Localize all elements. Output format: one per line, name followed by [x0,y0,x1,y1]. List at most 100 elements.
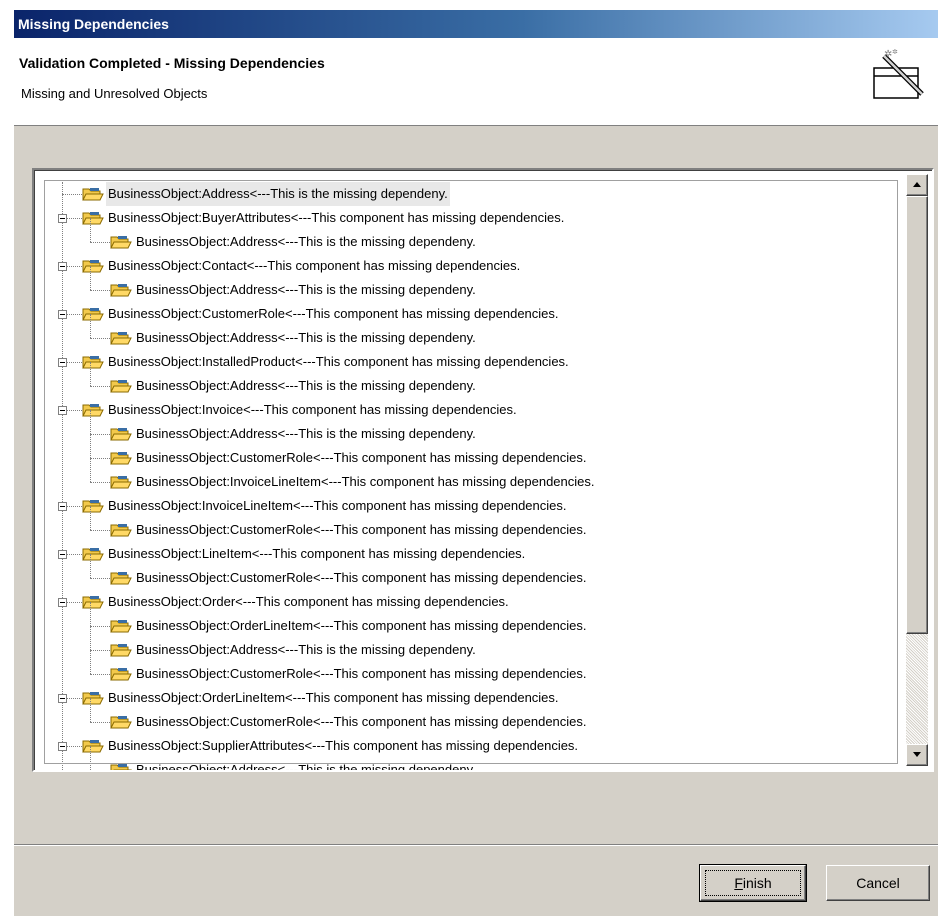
open-folder-icon [110,642,132,658]
tree-child-node[interactable]: BusinessObject:Address<---This is the mi… [34,266,894,302]
tree-connector [90,602,91,626]
tree-node[interactable]: BusinessObject:Invoice<---This component… [34,398,894,422]
tree-node[interactable]: BusinessObject:InstalledProduct<---This … [34,350,894,374]
collapse-toggle-icon[interactable] [58,550,67,559]
vertical-scrollbar[interactable] [906,174,928,766]
tree-node-label: BusinessObject:Address<---This is the mi… [106,182,450,206]
tree-node-label: BusinessObject:Address<---This is the mi… [136,762,476,770]
tree-connector [90,338,110,339]
cancel-button[interactable]: Cancel [826,865,930,901]
button-separator [14,844,938,846]
open-folder-icon [110,378,132,394]
tree-node-label: BusinessObject:Invoice<---This component… [108,402,517,417]
tree-child-node[interactable]: BusinessObject:Address<---This is the mi… [34,746,894,770]
tree-connector [90,458,110,459]
tree-node[interactable]: BusinessObject:Order<---This component h… [34,590,894,614]
tree-connector [90,650,110,651]
tree-child-node[interactable]: BusinessObject:Address<---This is the mi… [34,410,894,446]
tree-child-node[interactable]: BusinessObject:CustomerRole<---This comp… [34,698,894,734]
wizard-header: Validation Completed - Missing Dependenc… [14,38,938,126]
tree-connector [90,746,91,770]
tree-child-node[interactable]: BusinessObject:CustomerRole<---This comp… [34,554,894,590]
window-title: Missing Dependencies [14,10,938,38]
tree-node-label: BusinessObject:Address<---This is the mi… [136,330,476,345]
tree-content: BusinessObject:Address<---This is the mi… [34,170,894,770]
open-folder-icon [110,282,132,298]
tree-node-label: BusinessObject:Address<---This is the mi… [136,282,476,297]
tree-node-label: BusinessObject:CustomerRole<---This comp… [136,666,587,681]
tree-node-label: BusinessObject:CustomerRole<---This comp… [136,714,587,729]
collapse-toggle-icon[interactable] [58,310,67,319]
tree-node-label: BusinessObject:CustomerRole<---This comp… [136,522,587,537]
arrow-up-icon [913,182,921,187]
tree-node[interactable]: BusinessObject:Contact<---This component… [34,254,894,278]
tree-child-node[interactable]: BusinessObject:Address<---This is the mi… [34,362,894,398]
open-folder-icon [110,474,132,490]
collapse-toggle-icon[interactable] [58,358,67,367]
collapse-toggle-icon[interactable] [58,502,67,511]
dialog-window: Missing Dependencies Validation Complete… [14,10,938,916]
tree-node-label: BusinessObject:InvoiceLineItem<---This c… [108,498,567,513]
arrow-down-icon [913,752,921,757]
tree-node-label: BusinessObject:CustomerRole<---This comp… [136,450,587,465]
tree-child-node[interactable]: BusinessObject:Address<---This is the mi… [34,626,894,662]
wizard-wand-icon: ✲ ✲ [873,48,924,99]
tree-node[interactable]: BusinessObject:Address<---This is the mi… [34,182,894,206]
collapse-toggle-icon[interactable] [58,214,67,223]
tree-child-node[interactable]: BusinessObject:Address<---This is the mi… [34,314,894,350]
collapse-toggle-icon[interactable] [58,262,67,271]
tree-node[interactable]: BusinessObject:LineItem<---This componen… [34,542,894,566]
tree-connector [90,578,110,579]
tree-child-node[interactable]: BusinessObject:InvoiceLineItem<---This c… [34,458,894,494]
collapse-toggle-icon[interactable] [58,694,67,703]
open-folder-icon [82,498,104,514]
tree-connector [90,626,110,627]
tree-node-label: BusinessObject:OrderLineItem<---This com… [136,618,587,633]
tree-connector [90,386,110,387]
collapse-toggle-icon[interactable] [58,406,67,415]
scroll-up-button[interactable] [906,174,928,196]
collapse-toggle-icon[interactable] [58,742,67,751]
tree-node-label: BusinessObject:BuyerAttributes<---This c… [108,210,565,225]
open-folder-icon [110,714,132,730]
open-folder-icon [82,594,104,610]
open-folder-icon [82,186,104,202]
tree-connector [90,458,91,482]
tree-node-label: BusinessObject:LineItem<---This componen… [108,546,526,561]
page-title: Validation Completed - Missing Dependenc… [19,55,325,71]
tree-node-label: BusinessObject:Address<---This is the mi… [136,426,476,441]
tree-child-node[interactable]: BusinessObject:Address<---This is the mi… [34,218,894,254]
tree-child-node[interactable]: BusinessObject:CustomerRole<---This comp… [34,506,894,542]
tree-node-label: BusinessObject:Address<---This is the mi… [136,378,476,393]
tree-node[interactable]: BusinessObject:BuyerAttributes<---This c… [34,206,894,230]
open-folder-icon [110,618,132,634]
focus-rect [705,870,801,896]
tree-child-node[interactable]: BusinessObject:CustomerRole<---This comp… [34,650,894,686]
scrollbar-thumb[interactable] [906,196,928,634]
tree-connector [90,722,110,723]
tree-node[interactable]: BusinessObject:OrderLineItem<---This com… [34,686,894,710]
collapse-toggle-icon[interactable] [58,598,67,607]
open-folder-icon [82,738,104,754]
tree-connector [90,434,91,458]
tree-connector [90,290,110,291]
tree-node[interactable]: BusinessObject:CustomerRole<---This comp… [34,302,894,326]
dependency-tree[interactable]: BusinessObject:Address<---This is the mi… [32,168,934,772]
tree-node-label: BusinessObject:Address<---This is the mi… [136,642,476,657]
tree-connector [62,194,82,195]
tree-connector [90,362,91,386]
open-folder-icon [82,354,104,370]
tree-node-label: BusinessObject:CustomerRole<---This comp… [108,306,559,321]
tree-connector [90,314,91,338]
finish-button[interactable]: Finish [699,864,807,902]
tree-child-node[interactable]: BusinessObject:OrderLineItem<---This com… [34,602,894,638]
tree-node[interactable]: BusinessObject:SupplierAttributes<---Thi… [34,734,894,758]
tree-child-node[interactable]: BusinessObject:CustomerRole<---This comp… [34,434,894,470]
scroll-down-button[interactable] [906,744,928,766]
tree-node-label: BusinessObject:Order<---This component h… [108,594,509,609]
tree-node[interactable]: BusinessObject:InvoiceLineItem<---This c… [34,494,894,518]
open-folder-icon [82,258,104,274]
tree-connector [90,530,110,531]
page-subtitle: Missing and Unresolved Objects [21,86,208,101]
tree-node-label: BusinessObject:CustomerRole<---This comp… [136,570,587,585]
